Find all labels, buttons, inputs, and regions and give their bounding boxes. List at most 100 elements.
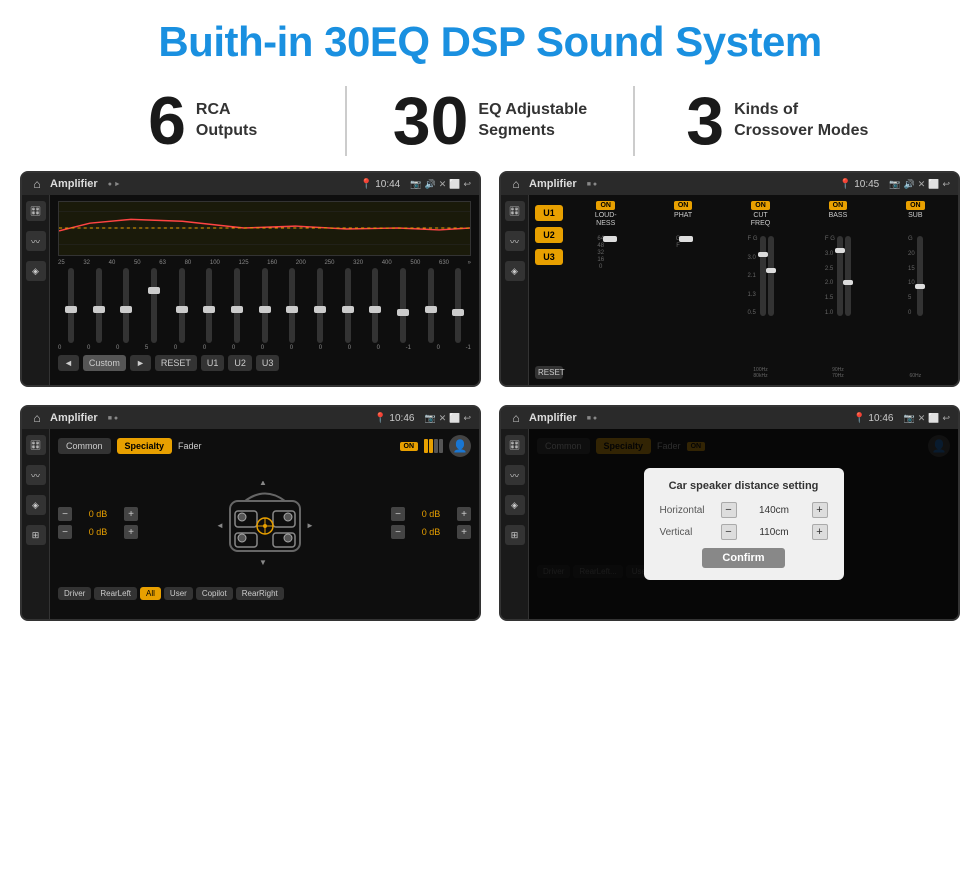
- vol-val-tr: 0 dB: [408, 509, 454, 519]
- vol-plus-bl[interactable]: +: [124, 525, 138, 539]
- topbar-u: ⌂ Amplifier ■ ● 📍 10:45 📷 🔊 ✕ ⬜ ↩: [501, 173, 958, 195]
- vol-val-bl: 0 dB: [75, 527, 121, 537]
- stat-eq: 30 EQ AdjustableSegments: [347, 87, 632, 155]
- stat-eq-label: EQ AdjustableSegments: [478, 100, 587, 142]
- all-btn[interactable]: All: [140, 587, 161, 600]
- sidebar-eq-icon-3[interactable]: 🎛: [26, 435, 46, 455]
- stats-row: 6 RCAOutputs 30 EQ AdjustableSegments 3 …: [0, 76, 980, 171]
- stat-crossover-label: Kinds ofCrossover Modes: [734, 100, 868, 142]
- topbar-speaker-time: 📍 10:46: [374, 413, 414, 424]
- home-icon[interactable]: ⌂: [30, 177, 44, 191]
- topbar-eq: ⌂ Amplifier ● ► 📍 10:44 📷 🔊 ✕ ⬜ ↩: [22, 173, 479, 195]
- u3-preset-btn[interactable]: U3: [535, 249, 563, 265]
- home-icon-3[interactable]: ⌂: [30, 411, 44, 425]
- svg-text:▲: ▲: [259, 481, 267, 487]
- user-btn[interactable]: User: [164, 587, 193, 600]
- page-title: Buith-in 30EQ DSP Sound System: [0, 0, 980, 76]
- eq-reset-btn[interactable]: RESET: [155, 355, 197, 371]
- horizontal-value: 140cm: [743, 505, 806, 516]
- screen-eq: ⌂ Amplifier ● ► 📍 10:44 📷 🔊 ✕ ⬜ ↩ 🎛 〰 ◈: [20, 171, 481, 387]
- vol-top-left: − 0 dB +: [58, 507, 138, 521]
- screen-speaker: ⌂ Amplifier ■ ● 📍 10:46 📷 ✕ ⬜ ↩ 🎛 〰 ◈ ⊞ …: [20, 405, 481, 621]
- horizontal-minus-btn[interactable]: −: [721, 502, 737, 518]
- sidebar-vol-icon-2[interactable]: ◈: [505, 261, 525, 281]
- dialog-overlay: Car speaker distance setting Horizontal …: [529, 429, 958, 619]
- reset-btn-u[interactable]: RESET: [535, 366, 563, 379]
- common-tab[interactable]: Common: [58, 438, 111, 454]
- sidebar-eq-icon-4[interactable]: 🎛: [505, 435, 525, 455]
- home-icon-2[interactable]: ⌂: [509, 177, 523, 191]
- vol-plus-br[interactable]: +: [457, 525, 471, 539]
- horizontal-plus-btn[interactable]: +: [812, 502, 828, 518]
- topbar-dialog-icons: 📷 ✕ ⬜ ↩: [903, 413, 950, 424]
- vertical-minus-btn[interactable]: −: [721, 524, 737, 540]
- loudness-label: LOUD-NESS: [595, 212, 617, 232]
- eq-u2-btn[interactable]: U2: [228, 355, 252, 371]
- eq-prev-btn[interactable]: ◄: [58, 355, 79, 371]
- u1-preset-btn[interactable]: U1: [535, 205, 563, 221]
- stat-rca-label: RCAOutputs: [196, 100, 257, 142]
- home-icon-4[interactable]: ⌂: [509, 411, 523, 425]
- vol-minus-bl[interactable]: −: [58, 525, 72, 539]
- vol-plus-tl[interactable]: +: [124, 507, 138, 521]
- eq-graph: [58, 201, 471, 256]
- driver-btn[interactable]: Driver: [58, 587, 91, 600]
- sidebar-wave-icon[interactable]: 〰: [26, 231, 46, 251]
- car-diagram-svg: ▲ ▼ ◄ ►: [215, 481, 315, 566]
- phat-on-badge: ON: [674, 201, 693, 210]
- topbar-u-title: Amplifier: [529, 178, 577, 190]
- sub-label: SUB: [908, 212, 922, 232]
- stat-rca: 6 RCAOutputs: [60, 87, 345, 155]
- cutfreq-label: CUTFREQ: [751, 212, 770, 232]
- screen-dialog: ⌂ Amplifier ■ ● 📍 10:46 📷 ✕ ⬜ ↩ 🎛 〰 ◈ ⊞: [499, 405, 960, 621]
- rear-left-btn[interactable]: RearLeft: [94, 587, 137, 600]
- sidebar-expand-icon-4[interactable]: ⊞: [505, 525, 525, 545]
- vol-minus-tl[interactable]: −: [58, 507, 72, 521]
- u2-preset-btn[interactable]: U2: [535, 227, 563, 243]
- bass-on-badge: ON: [829, 201, 848, 210]
- sidebar-eq-icon[interactable]: 🎛: [26, 201, 46, 221]
- distance-dialog: Car speaker distance setting Horizontal …: [644, 468, 844, 580]
- sidebar-wave-icon-2[interactable]: 〰: [505, 231, 525, 251]
- topbar-eq-time: 📍 10:44: [360, 179, 400, 190]
- sidebar-wave-icon-4[interactable]: 〰: [505, 465, 525, 485]
- horizontal-label: Horizontal: [660, 505, 715, 516]
- svg-text:►: ►: [306, 521, 314, 530]
- screens-grid: ⌂ Amplifier ● ► 📍 10:44 📷 🔊 ✕ ⬜ ↩ 🎛 〰 ◈: [0, 171, 980, 631]
- sidebar-vol-icon[interactable]: ◈: [26, 261, 46, 281]
- topbar-eq-title: Amplifier: [50, 178, 98, 190]
- eq-custom-btn[interactable]: Custom: [83, 355, 126, 371]
- topbar-speaker: ⌂ Amplifier ■ ● 📍 10:46 📷 ✕ ⬜ ↩: [22, 407, 479, 429]
- eq-play-btn[interactable]: ►: [130, 355, 151, 371]
- topbar-u-icons: 📷 🔊 ✕ ⬜ ↩: [889, 179, 950, 190]
- topbar-speaker-title: Amplifier: [50, 412, 98, 424]
- sidebar-wave-icon-3[interactable]: 〰: [26, 465, 46, 485]
- svg-text:▼: ▼: [259, 558, 267, 566]
- specialty-tab[interactable]: Specialty: [117, 438, 173, 454]
- fader-label: Fader: [178, 441, 393, 451]
- sidebar-eq-icon-2[interactable]: 🎛: [505, 201, 525, 221]
- fader-on-badge: ON: [400, 442, 419, 451]
- vol-minus-tr[interactable]: −: [391, 507, 405, 521]
- eq-u3-btn[interactable]: U3: [256, 355, 280, 371]
- vol-val-tl: 0 dB: [75, 509, 121, 519]
- sidebar-vol-icon-3[interactable]: ◈: [26, 495, 46, 515]
- vol-minus-br[interactable]: −: [391, 525, 405, 539]
- stat-crossover: 3 Kinds ofCrossover Modes: [635, 87, 920, 155]
- dialog-title: Car speaker distance setting: [660, 480, 828, 492]
- topbar-eq-icons: 📷 🔊 ✕ ⬜ ↩: [410, 179, 471, 190]
- topbar-dialog-time: 📍 10:46: [853, 413, 893, 424]
- rear-right-btn[interactable]: RearRight: [236, 587, 284, 600]
- vol-val-br: 0 dB: [408, 527, 454, 537]
- eq-u1-btn[interactable]: U1: [201, 355, 225, 371]
- stat-crossover-number: 3: [686, 87, 724, 155]
- vertical-plus-btn[interactable]: +: [812, 524, 828, 540]
- copilot-btn[interactable]: Copilot: [196, 587, 233, 600]
- person-icon: 👤: [449, 435, 471, 457]
- sidebar-expand-icon-3[interactable]: ⊞: [26, 525, 46, 545]
- sidebar-vol-icon-4[interactable]: ◈: [505, 495, 525, 515]
- vol-bottom-right: − 0 dB +: [391, 525, 471, 539]
- confirm-button[interactable]: Confirm: [702, 548, 784, 568]
- stat-eq-number: 30: [393, 87, 469, 155]
- vol-plus-tr[interactable]: +: [457, 507, 471, 521]
